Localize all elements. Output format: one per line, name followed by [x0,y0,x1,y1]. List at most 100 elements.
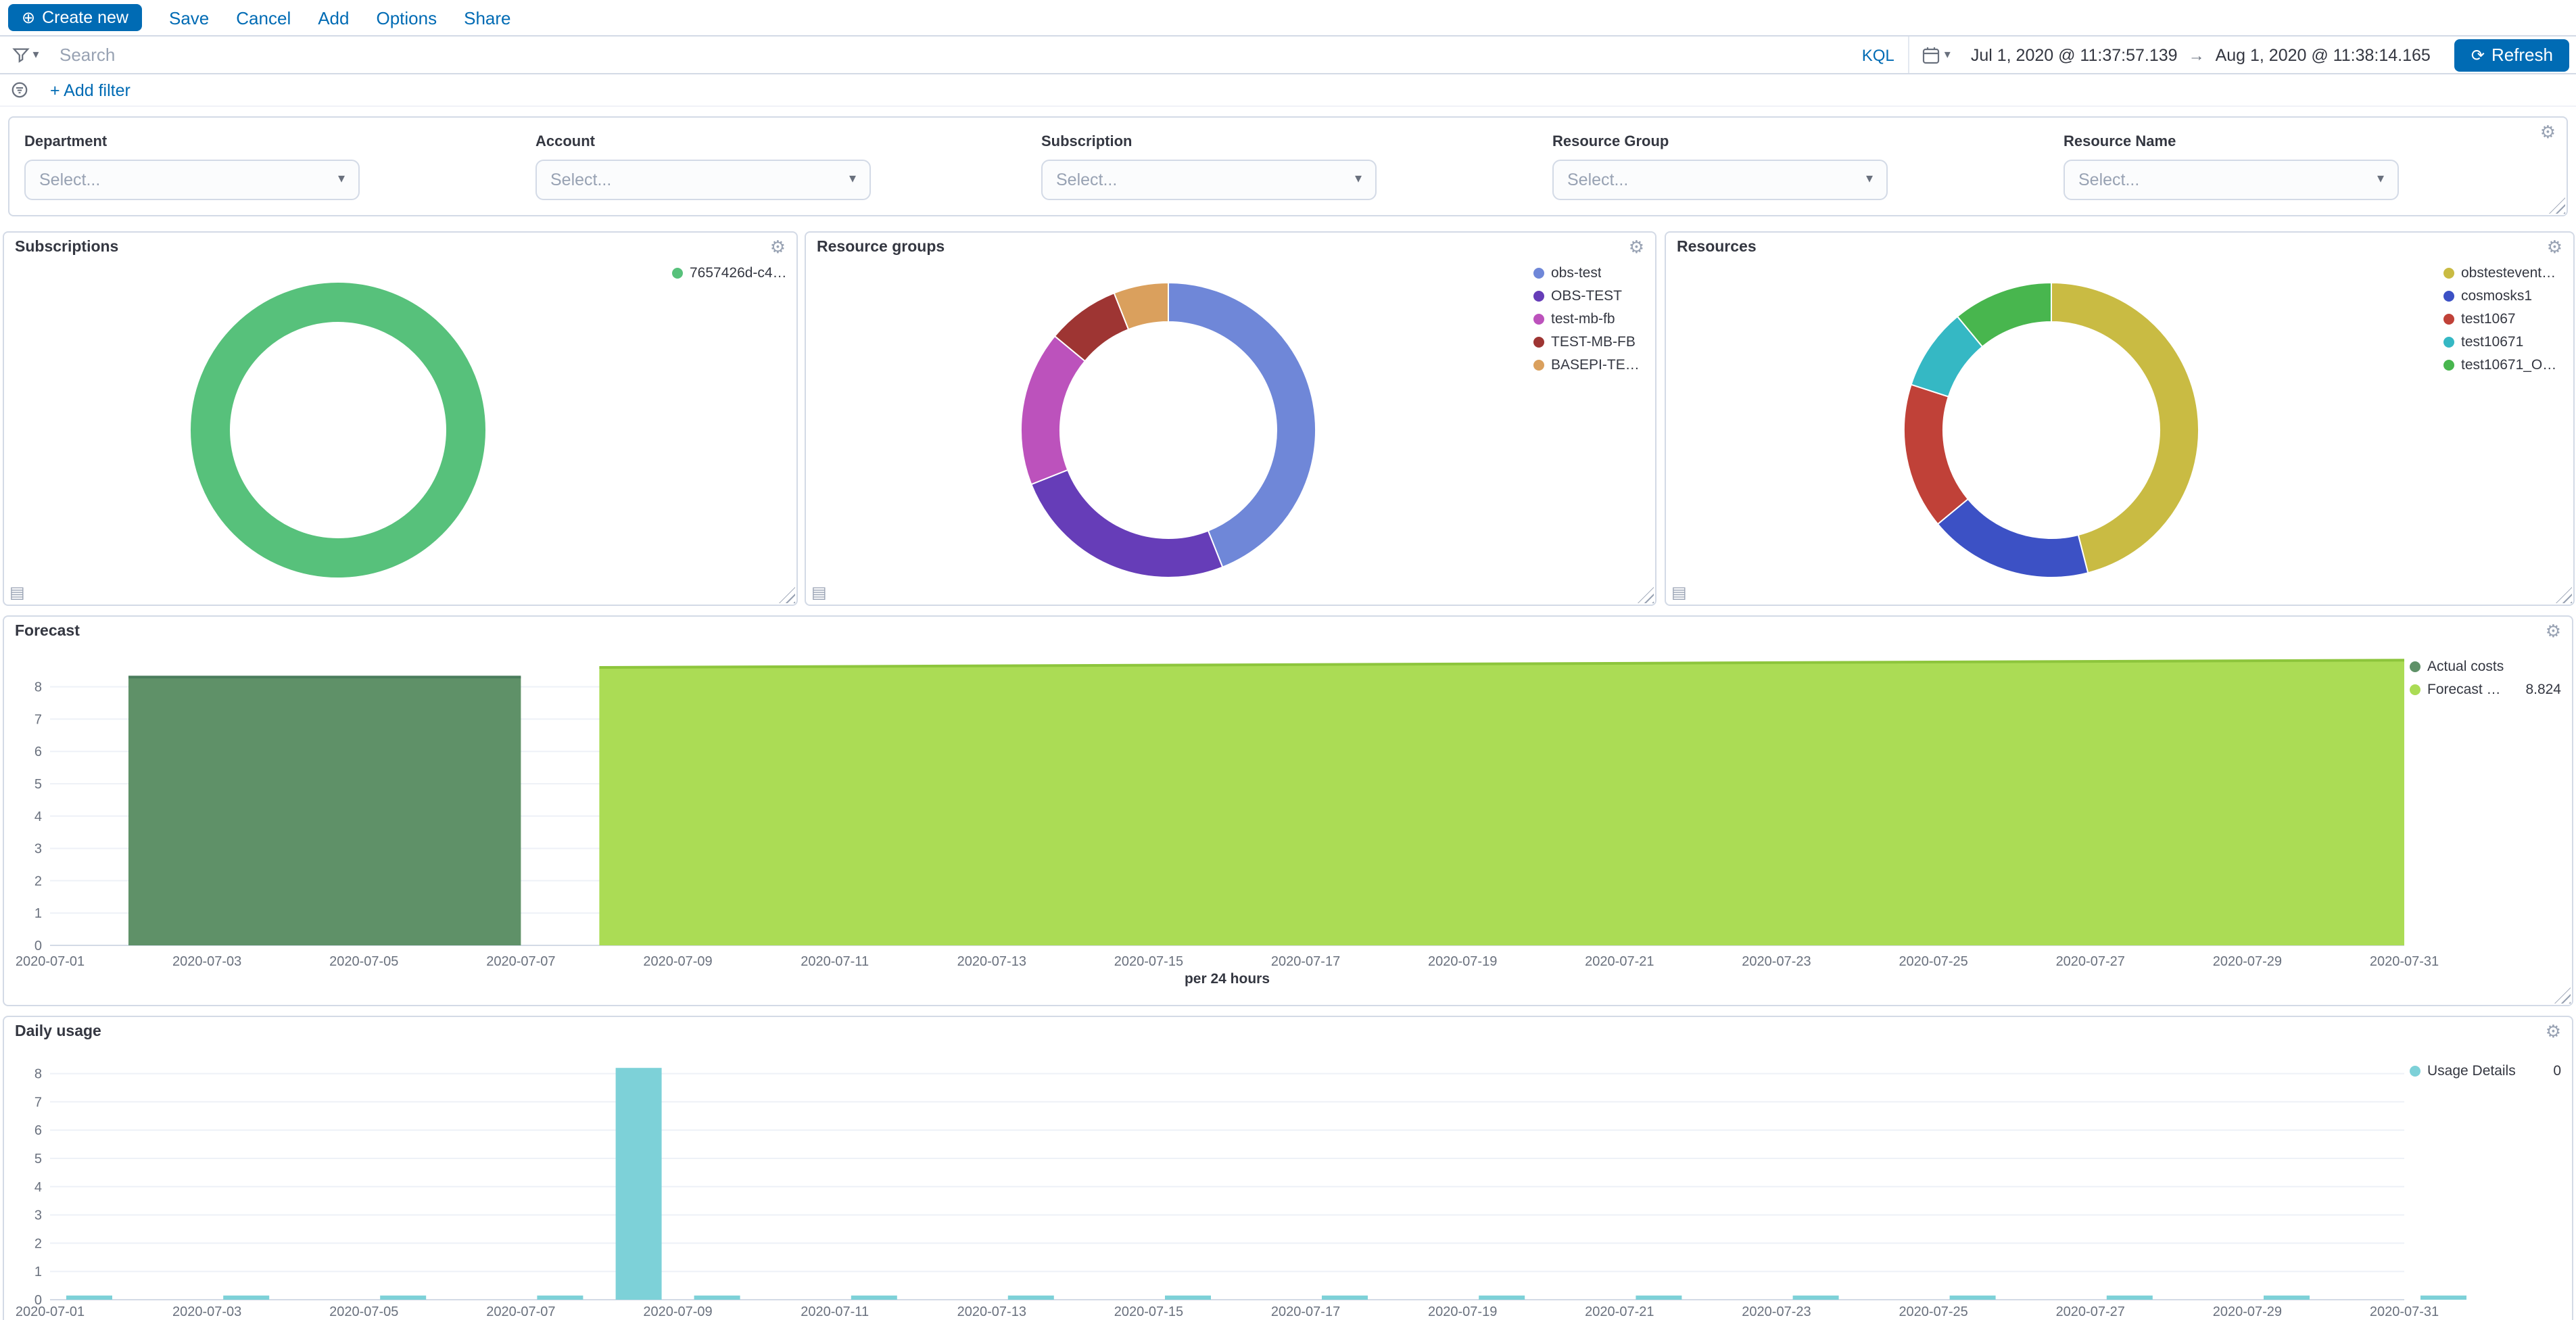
refresh-button[interactable]: ⟳ Refresh [2455,39,2569,71]
svg-text:2020-07-03: 2020-07-03 [172,1304,241,1319]
svg-text:1: 1 [34,1265,42,1279]
legend: 7657426d-c4c3-44… [672,265,788,288]
gear-icon[interactable]: ⚙ [1626,235,1647,258]
svg-text:4: 4 [34,1180,42,1195]
legend-toggle-icon[interactable]: ▤ [1671,584,1687,600]
legend-item[interactable]: test1067 [2443,311,2562,327]
gear-icon[interactable]: ⚙ [2537,120,2558,143]
kql-toggle[interactable]: KQL [1848,45,1908,64]
legend-label: obs-test [1551,265,1602,281]
svg-text:2020-07-07: 2020-07-07 [486,1304,555,1319]
share-menu-item[interactable]: Share [464,7,510,28]
legend-label: test1067 [2461,311,2516,327]
legend-item[interactable]: BASEPI-TESTING [1533,357,1644,373]
legend-label: test10671_OsDisk_1… [2461,357,2562,373]
panel-title: Subscriptions [15,239,118,256]
control-label: Department [24,134,360,150]
resource-groups-donut-chart[interactable] [806,233,1655,605]
add-menu-item[interactable]: Add [318,7,349,28]
account-control: Account Select... ▾ [535,134,871,200]
chevron-down-icon: ▾ [849,173,856,187]
plus-in-circle-icon: ⊕ [22,9,35,26]
create-new-button[interactable]: ⊕ Create new [8,4,142,31]
resource-name-control: Resource Name Select... ▾ [2064,134,2399,200]
saved-query-menu-button[interactable]: ▾ [0,37,51,73]
svg-text:0: 0 [34,939,42,953]
end-date[interactable]: Aug 1, 2020 @ 11:38:14.165 [2208,45,2439,64]
control-label: Account [535,134,871,150]
account-select[interactable]: Select... ▾ [535,160,871,200]
legend-label: test10671 [2461,334,2523,350]
legend-dot-icon [2443,360,2454,371]
legend-dot-icon [672,268,683,279]
svg-text:2020-07-19: 2020-07-19 [1428,954,1497,969]
chevron-down-icon: ▾ [1355,173,1362,187]
svg-text:2020-07-07: 2020-07-07 [486,954,555,969]
svg-text:2020-07-13: 2020-07-13 [957,1304,1026,1319]
legend-dot-icon [1533,360,1544,371]
daily-usage-bar-chart[interactable]: 0123456782020-07-012020-07-032020-07-052… [4,1017,2572,1320]
legend-item[interactable]: Usage Details0 [2410,1063,2561,1079]
legend-item[interactable]: Forecast costs8.824 [2410,682,2561,698]
svg-text:2: 2 [34,874,42,889]
start-date[interactable]: Jul 1, 2020 @ 11:37:57.139 [1963,45,2186,64]
svg-text:2020-07-25: 2020-07-25 [1899,954,1967,969]
legend-item[interactable]: test-mb-fb [1533,311,1644,327]
department-select[interactable]: Select... ▾ [24,160,360,200]
svg-text:2020-07-21: 2020-07-21 [1585,954,1654,969]
legend-dot-icon [2410,1066,2420,1077]
arrow-right-icon: → [2186,45,2208,64]
gear-icon[interactable]: ⚙ [767,235,788,258]
filter-sets-button[interactable] [11,81,28,99]
legend-toggle-icon[interactable]: ▤ [811,584,827,600]
search-input[interactable] [51,37,1848,73]
legend-dot-icon [2443,291,2454,302]
legend-dot-icon [1533,337,1544,348]
legend: obstesteventhubs cosmosks1 test1067 test106… [2443,265,2562,380]
legend-item[interactable]: 7657426d-c4c3-44… [672,265,788,281]
date-picker-button[interactable]: ▾ [1909,37,1963,73]
svg-text:3: 3 [34,1208,42,1223]
filter-circle-icon [11,81,28,99]
legend-item[interactable]: TEST-MB-FB [1533,334,1644,350]
legend-dot-icon [2443,268,2454,279]
legend-item[interactable]: OBS-TEST [1533,288,1644,304]
legend-item[interactable]: test10671_OsDisk_1… [2443,357,2562,373]
panel-title: Daily usage [15,1024,101,1040]
resource-group-select[interactable]: Select... ▾ [1552,160,1888,200]
gear-icon[interactable]: ⚙ [2543,1020,2564,1043]
svg-text:2020-07-25: 2020-07-25 [1899,1304,1967,1319]
legend-dot-icon [1533,314,1544,325]
svg-text:6: 6 [34,1123,42,1138]
gear-icon[interactable]: ⚙ [2544,235,2565,258]
control-label: Resource Name [2064,134,2399,150]
subscription-select[interactable]: Select... ▾ [1041,160,1377,200]
refresh-label: Refresh [2491,45,2553,65]
legend-dot-icon [2410,661,2420,672]
legend-item[interactable]: test10671 [2443,334,2562,350]
forecast-area-chart[interactable]: 0123456782020-07-012020-07-032020-07-052… [4,617,2572,1005]
legend-item[interactable]: obstesteventhubs [2443,265,2562,281]
save-menu-item[interactable]: Save [169,7,209,28]
subscriptions-donut-chart[interactable] [4,233,796,605]
resource-name-select[interactable]: Select... ▾ [2064,160,2399,200]
svg-text:2020-07-15: 2020-07-15 [1114,954,1183,969]
svg-text:2020-07-17: 2020-07-17 [1271,954,1340,969]
legend-label: BASEPI-TESTING [1551,357,1644,373]
svg-text:2020-07-27: 2020-07-27 [2056,954,2125,969]
create-new-label: Create new [42,8,128,27]
legend-toggle-icon[interactable]: ▤ [9,584,25,600]
resize-handle[interactable] [2549,197,2565,214]
svg-text:3: 3 [34,842,42,857]
add-filter-link[interactable]: + Add filter [50,80,130,99]
cancel-menu-item[interactable]: Cancel [236,7,291,28]
legend-label: obstesteventhubs [2461,265,2562,281]
gear-icon[interactable]: ⚙ [2543,619,2564,642]
svg-text:2020-07-05: 2020-07-05 [329,954,398,969]
resources-donut-chart[interactable] [1666,233,2573,605]
legend-item[interactable]: cosmosks1 [2443,288,2562,304]
legend-item[interactable]: obs-test [1533,265,1644,281]
options-menu-item[interactable]: Options [377,7,437,28]
svg-text:2020-07-11: 2020-07-11 [801,954,869,969]
legend-item[interactable]: Actual costs [2410,659,2561,675]
